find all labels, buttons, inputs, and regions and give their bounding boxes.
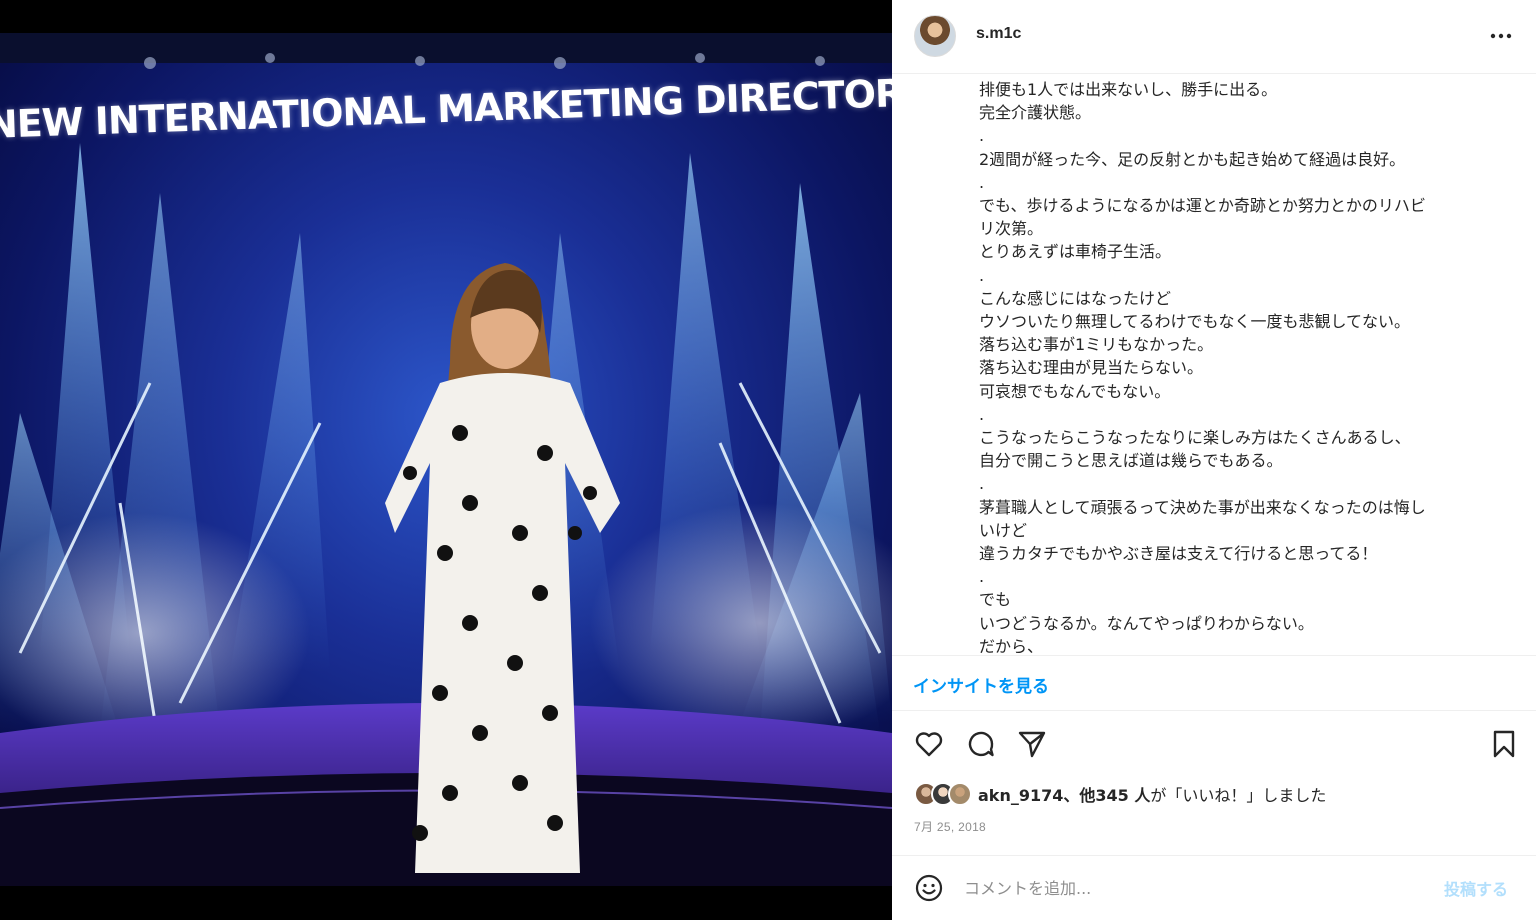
caption-line: でも [979, 590, 1012, 610]
liker-avatar[interactable] [948, 782, 972, 806]
comment-input[interactable] [964, 874, 1424, 902]
post-media: NEW INTERNATIONAL MARKETING DIRECTOR [0, 0, 892, 920]
send-icon[interactable] [1016, 728, 1048, 760]
emoji-icon[interactable] [914, 873, 944, 903]
caption-line: こうなったらこうなったなりに楽しみ方はたくさんあるし、 [979, 428, 1411, 448]
caption-line: 2週間が経った今、足の反射とかも起き始めて経過は良好。 [979, 149, 1406, 169]
caption-line: 落ち込む理由が見当たらない。 [979, 358, 1204, 378]
caption-line: 自分で開こうと思えば道は幾らでもある。 [979, 451, 1283, 471]
view-insights-link[interactable]: インサイトを見る [913, 672, 1049, 697]
caption-line: . [979, 172, 985, 192]
caption-line: 可哀想でもなんでもない。 [979, 381, 1171, 401]
caption-line: でも、歩けるようになるかは運とか奇跡とか努力とかのリハビ [979, 196, 1426, 216]
likes-suffix: が「いいね！」しました [1150, 786, 1327, 805]
post-date[interactable]: 7月 25, 2018 [914, 818, 986, 835]
more-horizontal-icon[interactable] [1488, 24, 1514, 48]
bookmark-icon[interactable] [1488, 728, 1520, 760]
username[interactable]: s.m1c [976, 25, 1021, 43]
caption-line: 茅葺職人として頑張るって決めた事が出来なくなったのは悔し [979, 497, 1426, 517]
insights-bar: インサイトを見る [892, 655, 1536, 711]
caption-line: 完全介護状態。 [979, 103, 1092, 123]
caption-line: 落ち込む事が1ミリもなかった。 [979, 335, 1214, 355]
caption-text: 排便も1人では出来ないし、勝手に出る。 完全介護状態。. 2週間が経った今、足の反射… [979, 78, 1499, 655]
caption-line: こんな感じにはなったけど [979, 288, 1172, 308]
likes-summary: akn_9174、他345 人が「いいね！」しました [914, 780, 1326, 808]
caption-line: とりあえずは車椅子生活。 [979, 242, 1172, 262]
liker-username[interactable]: akn_9174 [978, 786, 1063, 805]
caption-line: . [979, 126, 985, 146]
caption-line: いけど [979, 520, 1028, 540]
caption-line: . [979, 567, 985, 587]
action-bar [892, 724, 1536, 768]
likes-count[interactable]: 、他345 人 [1063, 786, 1150, 805]
post-caption: 排便も1人では出来ないし、勝手に出る。 完全介護状態。. 2週間が経った今、足の反射… [892, 75, 1536, 655]
likes-text[interactable]: akn_9174、他345 人が「いいね！」しました [978, 782, 1326, 806]
caption-line: . [979, 265, 985, 285]
comment-bar: 投稿する [892, 855, 1536, 920]
caption-line: . [979, 474, 985, 494]
caption-line: だから、 [979, 636, 1044, 655]
caption-line: リ次第。 [979, 219, 1044, 239]
caption-line: 排便も1人では出来ないし、勝手に出る。 [979, 80, 1278, 99]
comment-icon[interactable] [965, 728, 997, 760]
caption-line: ウソついたり無理してるわけでもなく一度も悲観してない。 [979, 312, 1411, 332]
post-comment-button[interactable]: 投稿する [1444, 876, 1508, 900]
caption-line: 違うカタチでもかやぶき屋は支えて行けると思ってる！ [979, 544, 1378, 564]
post-photo[interactable]: NEW INTERNATIONAL MARKETING DIRECTOR [0, 33, 892, 886]
caption-line: いつどうなるか。なんてやっぱりわからない。 [979, 613, 1314, 633]
avatar[interactable] [914, 15, 956, 57]
post-panel: s.m1c 排便も1人では出来ないし、勝手に出る。 完全介護状態。. 2週間が経った… [892, 0, 1536, 920]
post-header: s.m1c [892, 0, 1536, 74]
heart-icon[interactable] [913, 728, 945, 760]
stage-background [0, 33, 892, 886]
caption-line: . [979, 404, 985, 424]
